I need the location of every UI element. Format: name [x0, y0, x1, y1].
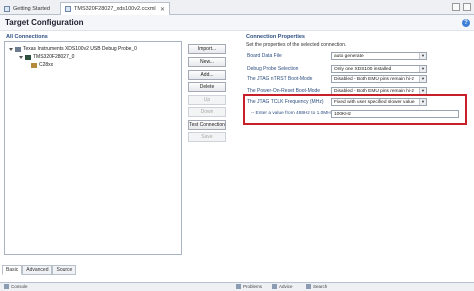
test-connection-button[interactable]: Test Connection — [188, 120, 226, 130]
tree-item-probe[interactable]: Texas Instruments XDS100v2 USB Debug Pro… — [9, 46, 137, 52]
tree-item-label: TMS320F28027_0 — [33, 54, 75, 60]
import-button[interactable]: Import... — [188, 44, 226, 54]
search-view-tab[interactable]: Search — [306, 284, 327, 289]
problems-view-tab[interactable]: Problems — [236, 284, 262, 289]
debug-probe-selection-select[interactable]: Only one XDS100 installed ▼ — [331, 65, 427, 73]
new-button[interactable]: New... — [188, 57, 226, 67]
tree-item-label: C28xx — [39, 62, 54, 68]
problems-icon — [236, 284, 241, 289]
view-tab-label: Search — [313, 284, 328, 289]
tab-label: TMS320F28027_xds100v2.ccxml — [74, 6, 156, 12]
save-button[interactable]: Save — [188, 132, 226, 142]
minimize-icon[interactable] — [452, 3, 460, 11]
tab-basic[interactable]: Basic — [2, 265, 23, 275]
chip-icon — [25, 54, 31, 60]
editor-bottom-tabs: Basic Advanced Source — [2, 265, 77, 275]
tab-label: Getting Started — [13, 5, 50, 12]
expand-icon[interactable] — [9, 47, 13, 51]
select-value: auto generate — [334, 53, 364, 59]
tree-item-core[interactable]: C28xx — [31, 62, 53, 68]
ntrst-boot-mode-label: The JTAG nTRST Boot-Mode — [247, 76, 313, 82]
config-file-icon — [65, 6, 71, 12]
cpu-icon — [31, 62, 37, 68]
delete-button[interactable]: Delete — [188, 82, 226, 92]
add-button[interactable]: Add... — [188, 70, 226, 80]
all-connections-label: All Connections — [6, 34, 48, 40]
tab-advanced[interactable]: Advanced — [22, 265, 53, 275]
tree-item-label: Texas Instruments XDS100v2 USB Debug Pro… — [23, 46, 137, 52]
connection-properties-label: Connection Properties — [246, 34, 305, 40]
help-icon[interactable]: ? — [462, 19, 470, 27]
down-button[interactable]: Down — [188, 107, 226, 117]
tab-source[interactable]: Source — [52, 265, 77, 275]
select-value: Disabled - Both EMU pins remain hi-z — [334, 76, 414, 82]
up-button[interactable]: Up — [188, 95, 226, 105]
ntrst-boot-mode-select[interactable]: Disabled - Both EMU pins remain hi-z ▼ — [331, 75, 427, 83]
page-title: Target Configuration — [5, 18, 84, 27]
page-icon — [4, 5, 10, 12]
view-tab-label: Console — [11, 284, 28, 289]
board-data-file-select[interactable]: auto generate ▼ — [331, 52, 427, 60]
connections-tree[interactable]: Texas Instruments XDS100v2 USB Debug Pro… — [4, 41, 182, 255]
console-view-tab[interactable]: Console — [4, 284, 28, 289]
advice-icon — [272, 284, 277, 289]
console-icon — [4, 284, 9, 289]
chevron-down-icon[interactable]: ▼ — [419, 76, 426, 82]
board-data-file-label: Board Data File — [247, 53, 282, 59]
chevron-down-icon[interactable]: ▼ — [419, 66, 426, 72]
properties-description: Set the properties of the selected conne… — [246, 42, 347, 48]
view-tab-label: Advice — [279, 284, 293, 289]
probe-icon — [15, 46, 21, 52]
select-value: Disabled - Both EMU pins remain hi-z — [334, 88, 414, 94]
search-icon — [306, 284, 311, 289]
close-icon[interactable]: ✕ — [160, 6, 165, 13]
tab-target-config[interactable]: TMS320F28027_xds100v2.ccxml ✕ — [60, 2, 170, 15]
chevron-down-icon[interactable]: ▼ — [419, 53, 426, 59]
editor-tab-bar: Getting Started TMS320F28027_xds100v2.cc… — [0, 0, 474, 15]
advice-view-tab[interactable]: Advice — [272, 284, 293, 289]
maximize-icon[interactable] — [463, 3, 471, 11]
highlight-box — [243, 94, 467, 125]
select-value: Only one XDS100 installed — [334, 66, 392, 72]
views-bar: Console Problems Advice Search — [0, 282, 474, 291]
tree-item-board[interactable]: TMS320F28027_0 — [19, 54, 74, 60]
view-tab-label: Problems — [243, 284, 263, 289]
debug-probe-selection-label: Debug Probe Selection — [247, 66, 299, 72]
tab-getting-started[interactable]: Getting Started — [0, 2, 60, 15]
page-header: Target Configuration ? — [0, 15, 474, 31]
expand-icon[interactable] — [19, 55, 23, 59]
